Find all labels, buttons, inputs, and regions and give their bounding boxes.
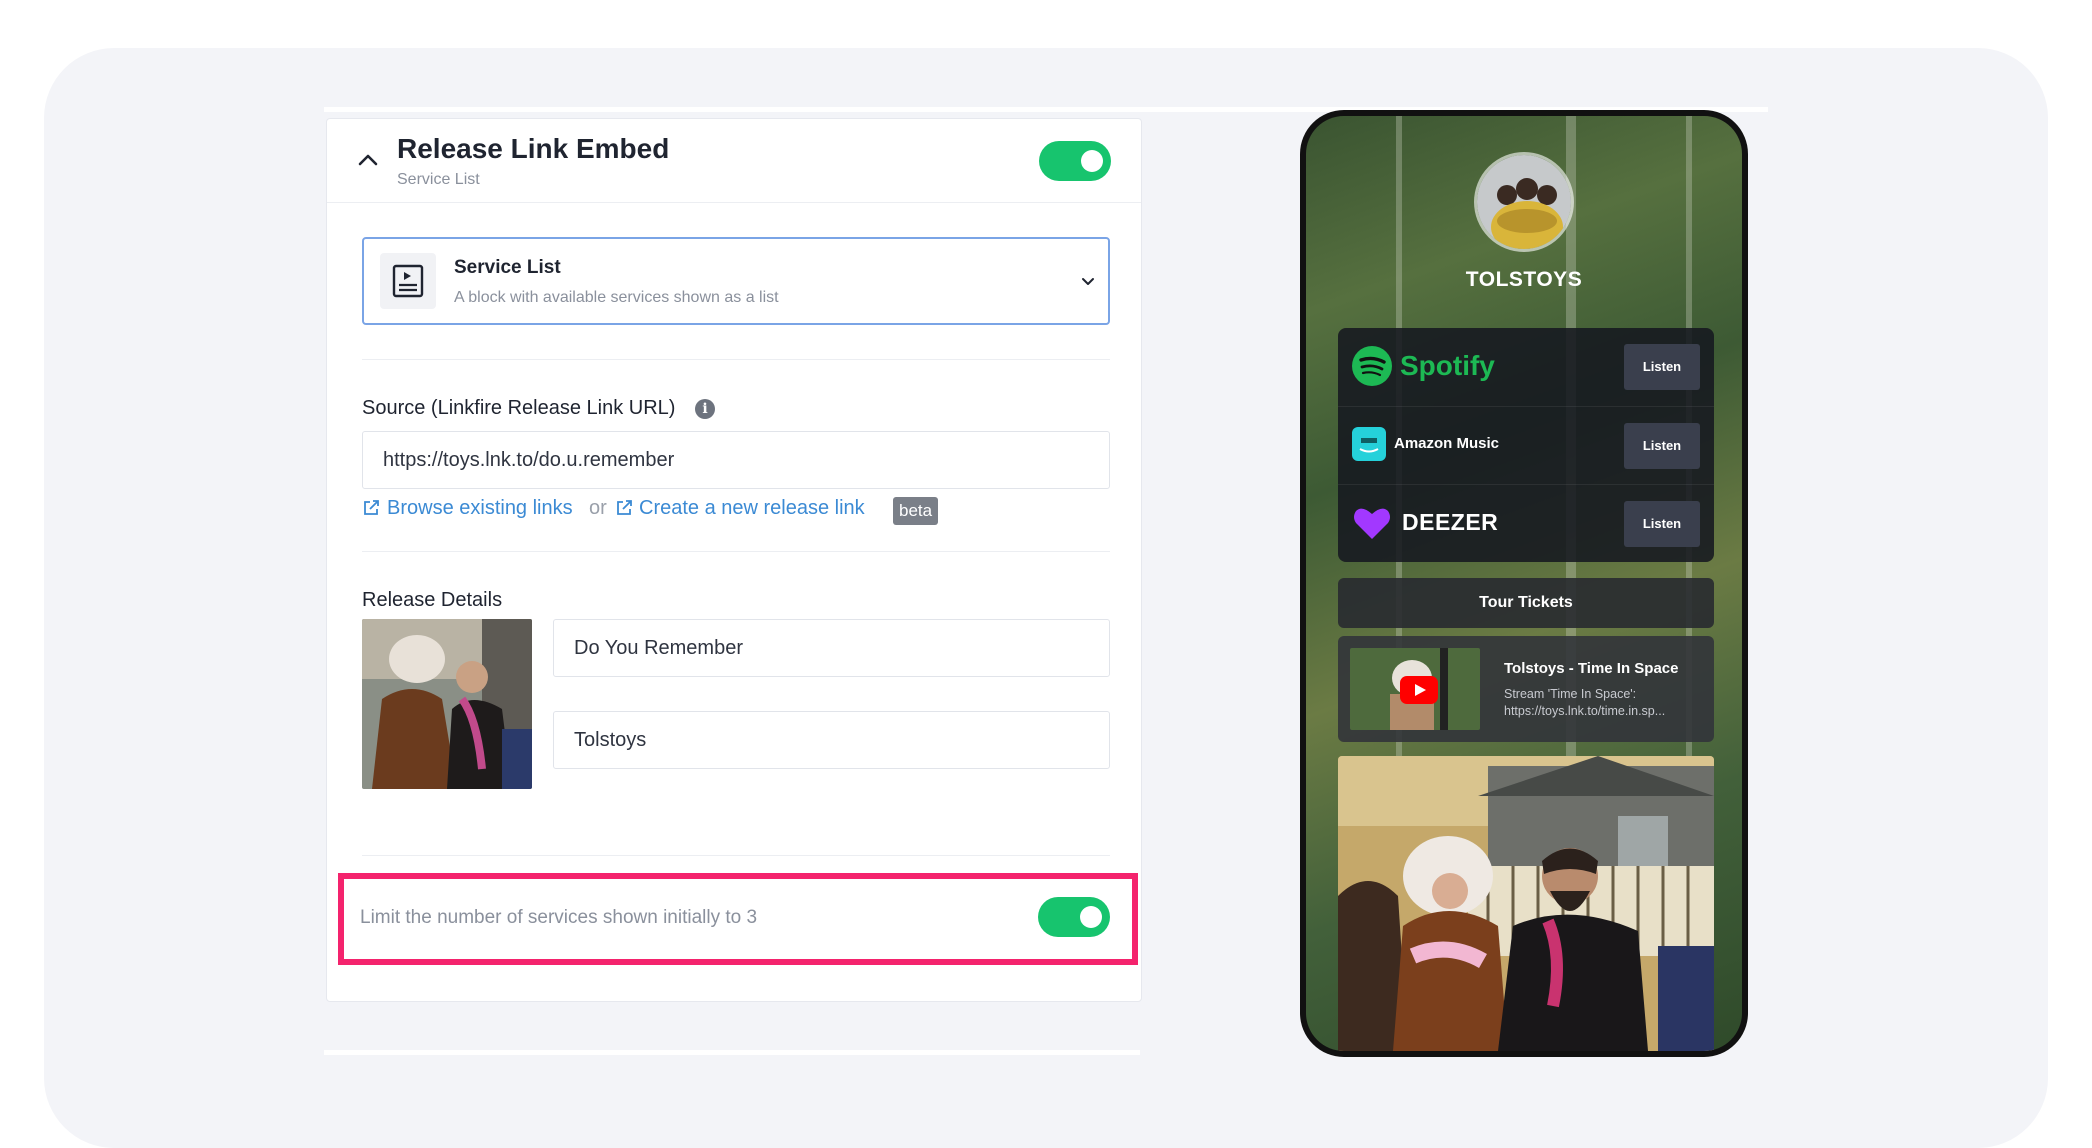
block-type-select[interactable]: Service List A block with available serv… <box>362 237 1110 325</box>
tour-tickets-button[interactable]: Tour Tickets <box>1338 578 1714 628</box>
limit-services-row-highlight: Limit the number of services shown initi… <box>338 873 1138 965</box>
beta-badge: beta <box>893 497 939 525</box>
spotify-icon <box>1352 346 1392 386</box>
or-text: or <box>589 497 607 519</box>
listen-button[interactable]: Listen <box>1624 501 1700 547</box>
panel-header[interactable]: Release Link Embed Service List <box>327 119 1141 203</box>
video-description: Stream 'Time In Space': https://toys.lnk… <box>1504 687 1666 718</box>
release-artist-input[interactable]: Tolstoys <box>553 711 1110 769</box>
preview-screen: TOLSTOYS Spotify Listen Amazon Music Lis… <box>1306 116 1742 1051</box>
service-row-deezer[interactable]: DEEZER Listen <box>1338 484 1714 562</box>
release-details-label: Release Details <box>362 589 503 611</box>
artist-avatar <box>1474 152 1574 252</box>
external-link-icon <box>364 500 379 515</box>
divider <box>362 551 1110 552</box>
artist-photo <box>1338 756 1714 1051</box>
release-link-embed-panel: Release Link Embed Service List Service … <box>326 118 1142 1002</box>
embed-enabled-toggle[interactable] <box>1039 141 1111 181</box>
youtube-play-icon[interactable] <box>1400 676 1438 704</box>
youtube-video-card[interactable]: Tolstoys - Time In Space Stream 'Time In… <box>1338 636 1714 742</box>
limit-services-label: Limit the number of services shown initi… <box>360 907 758 928</box>
video-title: Tolstoys - Time In Space <box>1504 660 1679 677</box>
release-title-input[interactable]: Do You Remember <box>553 619 1110 677</box>
release-cover-image <box>362 619 532 789</box>
create-release-link[interactable]: Create a new release link <box>639 497 865 520</box>
video-thumbnail <box>1350 648 1480 730</box>
listen-button[interactable]: Listen <box>1624 344 1700 390</box>
player-list-icon <box>380 253 436 309</box>
amazon-music-icon <box>1352 427 1386 461</box>
toggle-knob <box>1081 150 1103 172</box>
service-name: Amazon Music <box>1394 435 1500 452</box>
panel-subtitle: Service List <box>397 171 480 188</box>
external-link-icon <box>617 500 632 515</box>
source-url-input[interactable]: https://toys.lnk.to/do.u.remember <box>362 431 1110 489</box>
source-label: Source (Linkfire Release Link URL) <box>362 397 676 419</box>
deezer-heart-icon <box>1354 508 1390 539</box>
service-name: Spotify <box>1400 350 1495 381</box>
artist-name: TOLSTOYS <box>1465 268 1583 291</box>
divider <box>362 359 1110 360</box>
chevron-down-icon[interactable] <box>1080 273 1096 289</box>
info-icon[interactable]: i <box>695 399 715 419</box>
browse-links-link[interactable]: Browse existing links <box>387 497 573 520</box>
service-name: DEEZER <box>1402 509 1499 535</box>
divider <box>362 855 1110 856</box>
listen-button[interactable]: Listen <box>1624 423 1700 469</box>
limit-services-toggle[interactable] <box>1038 897 1110 937</box>
mobile-preview: TOLSTOYS Spotify Listen Amazon Music Lis… <box>1300 110 1748 1057</box>
select-description: A block with available services shown as… <box>454 289 779 306</box>
panel-title: Release Link Embed <box>397 133 670 164</box>
panel-bottom-rule <box>324 1050 1140 1055</box>
select-title: Service List <box>454 257 561 278</box>
service-list: Spotify Listen Amazon Music Listen DEEZE… <box>1338 328 1714 562</box>
toggle-knob <box>1080 906 1102 928</box>
service-row-spotify[interactable]: Spotify Listen <box>1338 328 1714 406</box>
service-row-amazon-music[interactable]: Amazon Music Listen <box>1338 406 1714 484</box>
chevron-up-icon[interactable] <box>357 149 379 171</box>
